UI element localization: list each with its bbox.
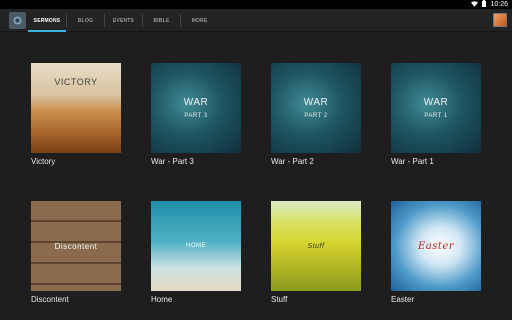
artwork-title: HOME xyxy=(186,243,206,249)
sermon-title: Discontent xyxy=(31,295,69,304)
sermon-card-discontent[interactable]: Discontent Discontent xyxy=(31,201,123,304)
wifi-icon xyxy=(471,0,479,9)
artwork-title: Stuff xyxy=(307,242,325,250)
avatar[interactable] xyxy=(493,13,507,27)
artwork-title: Discontent xyxy=(54,241,98,251)
sermon-card-victory[interactable]: VICTORY Victory xyxy=(31,63,123,166)
sermon-card-war-part-1[interactable]: WAR PART 1 War - Part 1 xyxy=(391,63,483,166)
artwork-subtitle: PART 3 xyxy=(184,113,208,119)
status-time: 10:26 xyxy=(490,1,508,8)
artwork-title: Easter xyxy=(417,240,455,252)
tab-bible[interactable]: BIBLE xyxy=(143,9,180,32)
sermon-artwork: Easter xyxy=(391,201,481,291)
sermon-title: Home xyxy=(151,295,173,304)
artwork-subtitle: PART 2 xyxy=(304,113,328,119)
tab-bar: SERMONS BLOG EVENTS BIBLE MORE xyxy=(28,9,218,32)
battery-icon xyxy=(482,0,487,9)
tab-blog[interactable]: BLOG xyxy=(67,9,104,32)
sermon-artwork: Discontent xyxy=(31,201,121,291)
artwork-subtitle: PART 1 xyxy=(424,113,448,119)
sermon-title: Easter xyxy=(391,295,415,304)
artwork-title: WAR xyxy=(303,97,329,108)
sermon-title: Victory xyxy=(31,157,56,166)
sermon-card-war-part-3[interactable]: WAR PART 3 War - Part 3 xyxy=(151,63,243,166)
sermon-artwork: Stuff xyxy=(271,201,361,291)
sermon-card-easter[interactable]: Easter Easter xyxy=(391,201,483,304)
sermon-card-stuff[interactable]: Stuff Stuff xyxy=(271,201,363,304)
status-bar: 10:26 xyxy=(0,0,512,9)
sermon-artwork: VICTORY xyxy=(31,63,121,153)
sermon-title: War - Part 2 xyxy=(271,157,314,166)
artwork-title: WAR xyxy=(423,97,449,108)
sermon-grid: VICTORY Victory WAR PART 3 War - Part 3 … xyxy=(0,33,512,320)
sermon-title: Stuff xyxy=(271,295,288,304)
sermon-artwork: WAR PART 2 xyxy=(271,63,361,153)
status-icons: 10:26 xyxy=(471,0,508,9)
sermon-artwork: WAR PART 3 xyxy=(151,63,241,153)
sermon-artwork: WAR PART 1 xyxy=(391,63,481,153)
sermon-title: War - Part 1 xyxy=(391,157,434,166)
tab-events[interactable]: EVENTS xyxy=(105,9,142,32)
tab-more[interactable]: MORE xyxy=(181,9,218,32)
sermon-card-home[interactable]: HOME Home xyxy=(151,201,243,304)
app-logo-icon[interactable] xyxy=(9,12,26,29)
action-bar: SERMONS BLOG EVENTS BIBLE MORE xyxy=(0,9,512,32)
sermon-card-war-part-2[interactable]: WAR PART 2 War - Part 2 xyxy=(271,63,363,166)
tab-sermons[interactable]: SERMONS xyxy=(28,9,66,32)
sermon-title: War - Part 3 xyxy=(151,157,194,166)
artwork-title: VICTORY xyxy=(54,77,98,87)
sermon-artwork: HOME xyxy=(151,201,241,291)
artwork-title: WAR xyxy=(183,97,209,108)
